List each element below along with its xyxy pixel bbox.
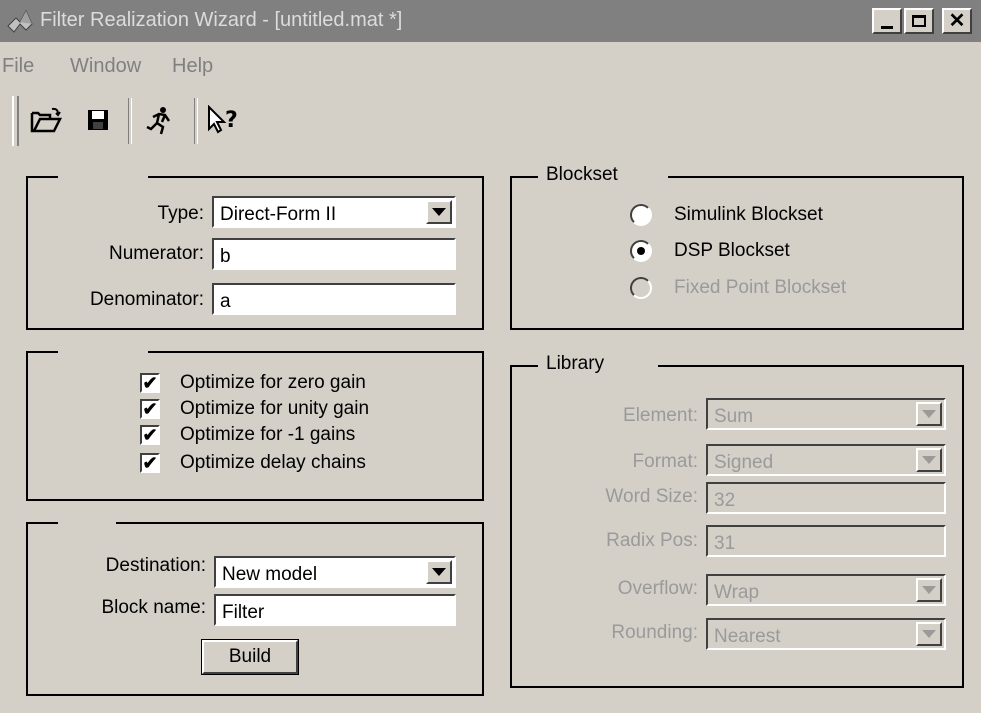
- minimize-icon: [881, 25, 893, 29]
- open-button[interactable]: [28, 102, 64, 138]
- svg-text:?: ?: [225, 108, 238, 133]
- type-dropdown-button[interactable]: [426, 200, 452, 224]
- chevron-down-icon: [432, 568, 446, 576]
- chevron-down-icon: [922, 630, 936, 638]
- toolbar: ?: [0, 90, 981, 152]
- optimize-zero-gain-row[interactable]: ✔ Optimize for zero gain: [140, 370, 366, 396]
- menu-window[interactable]: Window: [70, 55, 141, 78]
- menu-file[interactable]: File: [2, 55, 34, 78]
- minimize-button[interactable]: [872, 8, 902, 34]
- menu-bar: File Window Help: [0, 48, 981, 84]
- toolbar-separator: [128, 98, 132, 144]
- optimize-unity-gain-label: Optimize for unity gain: [180, 398, 370, 419]
- format-select[interactable]: Signed: [706, 444, 946, 476]
- whats-this-button[interactable]: ?: [204, 102, 240, 138]
- denominator-label: Denominator:: [89, 289, 204, 310]
- build-button[interactable]: Build: [201, 639, 299, 675]
- rounding-select[interactable]: Nearest: [706, 618, 946, 650]
- title-bar: Filter Realization Wizard - [untitled.ma…: [0, 0, 981, 42]
- denominator-field[interactable]: a: [212, 283, 456, 315]
- chevron-down-icon: [922, 586, 936, 594]
- optimize-delay-chains-checkbox[interactable]: ✔: [140, 453, 160, 473]
- destination-select[interactable]: New model: [214, 556, 456, 588]
- type-value: Direct-Form II: [220, 204, 337, 225]
- overflow-select[interactable]: Wrap: [706, 574, 946, 606]
- save-button[interactable]: [80, 102, 116, 138]
- numerator-field[interactable]: b: [212, 238, 456, 270]
- optimize-neg-one-gains-checkbox[interactable]: ✔: [140, 425, 160, 445]
- destination-frame-title: [58, 510, 116, 530]
- block-name-label: Block name:: [101, 597, 206, 618]
- fixed-point-blockset-label: Fixed Point Blockset: [674, 277, 847, 298]
- optimization-frame-title: [58, 339, 148, 359]
- destination-label: Destination:: [105, 555, 206, 576]
- close-button[interactable]: ✕: [942, 8, 972, 34]
- simulink-blockset-radio[interactable]: [630, 204, 652, 226]
- menu-help[interactable]: Help: [172, 55, 213, 78]
- format-value: Signed: [714, 452, 774, 473]
- close-icon: ✕: [948, 10, 966, 32]
- block-name-field[interactable]: Filter: [214, 594, 456, 626]
- format-dropdown-button[interactable]: [916, 448, 942, 472]
- open-icon: [30, 107, 62, 133]
- optimize-unity-gain-checkbox[interactable]: ✔: [140, 399, 160, 419]
- radix-pos-label: Radix Pos:: [606, 530, 698, 551]
- toolbar-grip: [12, 96, 19, 146]
- dsp-blockset-option[interactable]: DSP Blockset: [630, 236, 790, 266]
- save-icon: [88, 110, 108, 130]
- element-label: Element:: [623, 405, 698, 426]
- optimize-neg-one-gains-row[interactable]: ✔ Optimize for -1 gains: [140, 422, 355, 448]
- chevron-down-icon: [922, 456, 936, 464]
- rounding-dropdown-button[interactable]: [916, 622, 942, 646]
- dsp-blockset-label: DSP Blockset: [674, 240, 790, 261]
- element-dropdown-button[interactable]: [916, 402, 942, 426]
- overflow-value: Wrap: [714, 582, 760, 603]
- run-button[interactable]: [142, 102, 178, 138]
- rounding-value: Nearest: [714, 626, 781, 647]
- matlab-logo-icon: [7, 9, 33, 33]
- fixed-point-blockset-radio[interactable]: [630, 277, 652, 299]
- radio-selected-dot: [637, 247, 645, 255]
- maximize-button[interactable]: [904, 8, 934, 34]
- optimize-delay-chains-row[interactable]: ✔ Optimize delay chains: [140, 450, 366, 476]
- simulink-blockset-option[interactable]: Simulink Blockset: [630, 200, 823, 230]
- chevron-down-icon: [922, 410, 936, 418]
- numerator-label: Numerator:: [108, 243, 204, 264]
- type-label: Type:: [157, 203, 204, 224]
- destination-dropdown-button[interactable]: [426, 560, 452, 584]
- word-size-label: Word Size:: [605, 486, 698, 507]
- format-label: Format:: [632, 451, 698, 472]
- library-title: Library: [538, 353, 658, 375]
- whats-this-icon: ?: [208, 105, 238, 134]
- simulink-blockset-label: Simulink Blockset: [674, 204, 823, 225]
- toolbar-separator-2: [194, 98, 198, 144]
- dsp-blockset-radio[interactable]: [630, 240, 652, 262]
- optimize-delay-chains-label: Optimize delay chains: [180, 452, 366, 473]
- rounding-label: Rounding:: [611, 622, 698, 643]
- word-size-field[interactable]: 32: [706, 482, 946, 514]
- type-select[interactable]: Direct-Form II: [212, 196, 456, 228]
- maximize-icon: [912, 15, 926, 27]
- chevron-down-icon: [432, 208, 446, 216]
- structure-frame-title: [58, 164, 148, 184]
- optimize-zero-gain-label: Optimize for zero gain: [180, 372, 366, 393]
- destination-value: New model: [222, 564, 318, 585]
- radix-pos-field[interactable]: 31: [706, 525, 946, 557]
- run-icon: [146, 107, 171, 135]
- optimize-zero-gain-checkbox[interactable]: ✔: [140, 373, 160, 393]
- overflow-dropdown-button[interactable]: [916, 578, 942, 602]
- optimize-unity-gain-row[interactable]: ✔ Optimize for unity gain: [140, 396, 369, 422]
- fixed-point-blockset-option[interactable]: Fixed Point Blockset: [630, 273, 846, 303]
- blockset-title: Blockset: [538, 164, 668, 186]
- optimize-neg-one-gains-label: Optimize for -1 gains: [180, 424, 356, 445]
- overflow-label: Overflow:: [617, 578, 698, 599]
- window-title: Filter Realization Wizard - [untitled.ma…: [40, 9, 403, 31]
- element-value: Sum: [714, 406, 754, 427]
- element-select[interactable]: Sum: [706, 398, 946, 430]
